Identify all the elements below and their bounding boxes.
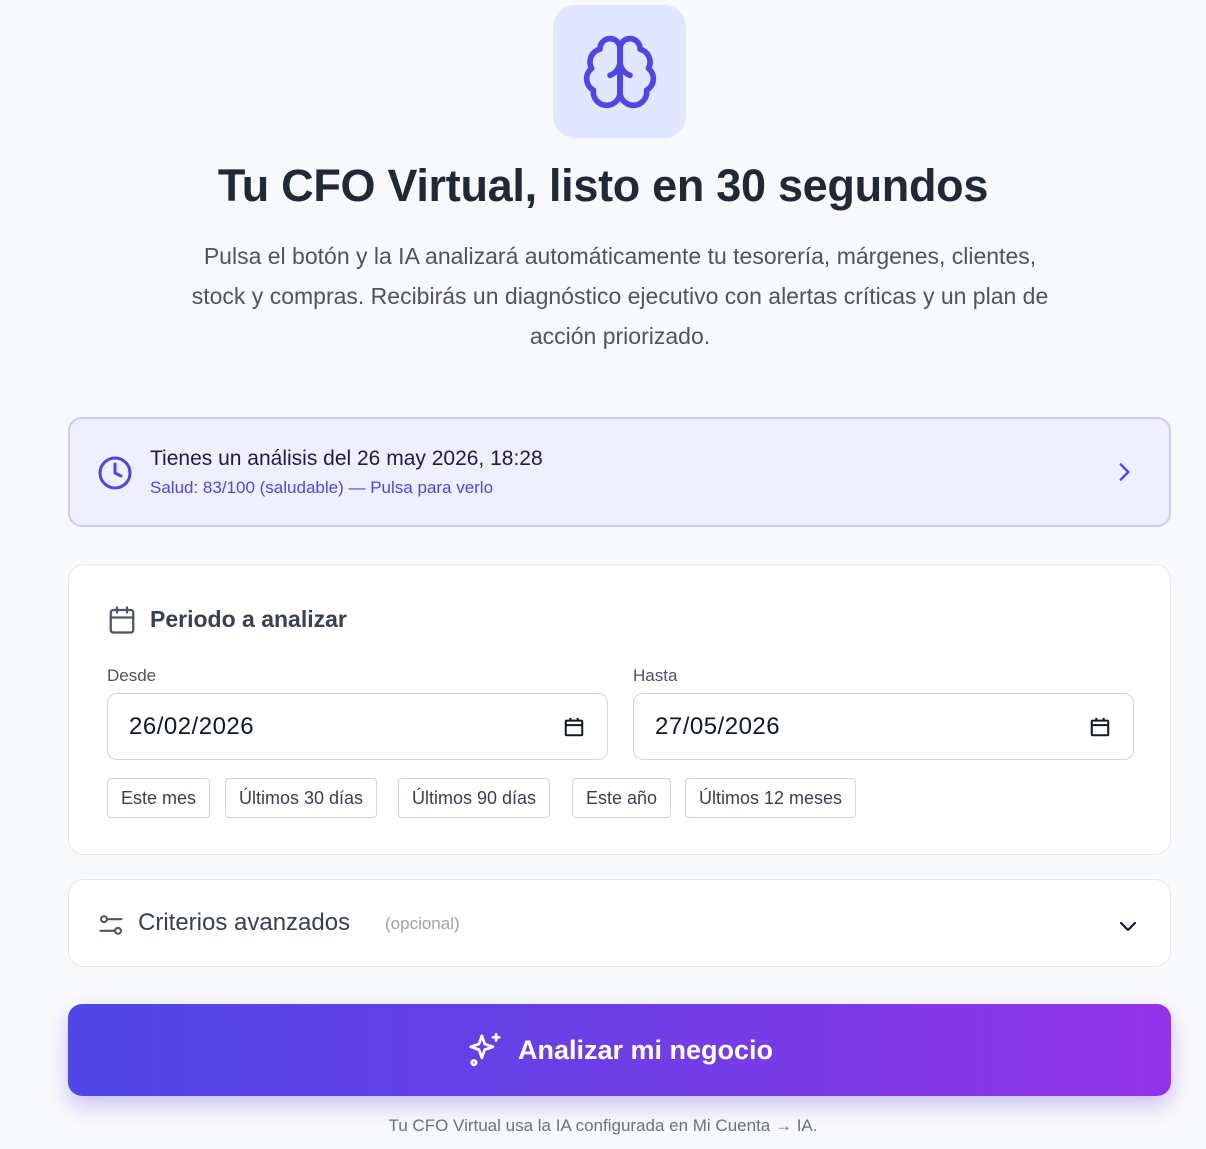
advanced-criteria-optional: (opcional) — [385, 914, 460, 933]
to-label: Hasta — [633, 666, 678, 685]
to-date-value: 27/05/2026 — [655, 712, 781, 740]
page-subtitle: Pulsa el botón y la IA analizará automát… — [191, 243, 1049, 349]
preset-this-year-button[interactable]: Este año — [572, 778, 672, 818]
clock-icon — [98, 456, 132, 490]
advanced-criteria-toggle[interactable]: Criterios avanzados (opcional) — [68, 879, 1171, 967]
chevron-right-icon — [1119, 463, 1130, 481]
preset-last-30-days-button[interactable]: Últimos 30 días — [225, 778, 378, 818]
chevron-down-icon — [1119, 921, 1137, 932]
advanced-criteria-title: Criterios avanzados — [138, 909, 351, 936]
analyze-business-button[interactable]: Analizar mi negocio — [68, 1004, 1171, 1096]
from-date-input[interactable]: 26/02/2026 — [107, 693, 608, 760]
last-analysis-subtitle: Salud: 83/100 (saludable) — Pulsa para v… — [150, 478, 494, 497]
preset-this-month-button[interactable]: Este mes — [107, 778, 211, 818]
period-heading: Periodo a analizar — [150, 606, 347, 632]
calendar-picker-icon[interactable] — [563, 716, 585, 738]
period-card: Periodo a analizar Desde 26/02/2026 Hast… — [68, 564, 1171, 855]
analyze-button-label: Analizar mi negocio — [517, 1034, 774, 1065]
from-label: Desde — [107, 666, 157, 685]
brain-icon-tile — [553, 5, 686, 138]
sliders-icon — [99, 915, 123, 935]
sparkles-icon — [469, 1032, 501, 1067]
preset-last-12-months-button[interactable]: Últimos 12 meses — [685, 778, 857, 818]
last-analysis-title: Tienes un análisis del 26 may 2026, 18:2… — [150, 447, 543, 470]
footnote: Tu CFO Virtual usa la IA configurada en … — [388, 1116, 818, 1135]
preset-last-90-days-button[interactable]: Últimos 90 días — [398, 778, 551, 818]
brain-icon — [583, 35, 656, 108]
to-date-input[interactable]: 27/05/2026 — [633, 693, 1134, 760]
last-analysis-banner[interactable]: Tienes un análisis del 26 may 2026, 18:2… — [68, 417, 1171, 527]
from-date-value: 26/02/2026 — [129, 712, 255, 740]
calendar-picker-icon[interactable] — [1089, 716, 1111, 738]
calendar-icon — [109, 606, 135, 634]
page-title: Tu CFO Virtual, listo en 30 segundos — [217, 160, 989, 211]
